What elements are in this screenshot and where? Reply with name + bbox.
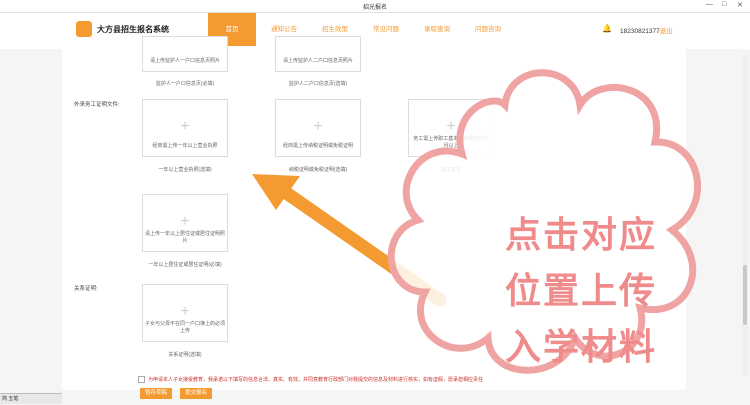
page-scrollbar[interactable]	[742, 55, 748, 375]
user-phone: 18230821377	[620, 28, 660, 35]
plus-icon: +	[180, 303, 190, 320]
upload-hint: 经商需上传一年以上营业执照	[152, 143, 218, 149]
upload-caption: 纳税证明或免税证明(选填)	[288, 167, 348, 173]
upload-relation-proof[interactable]: + 子女与父母不在同一户口簿上的必须上传	[142, 284, 228, 342]
plus-icon: +	[313, 118, 323, 135]
upload-caption: 一年以上居住证或居住证明(必填)	[148, 262, 222, 268]
user-info: 18230821377退出	[620, 25, 673, 35]
agreement-row[interactable]: 为申请本人子女接受教育，我承诺以下填写的信息合法、真实、有效，并同意教育行政部门…	[138, 376, 484, 384]
plus-icon: +	[180, 118, 190, 135]
upload-caption: 职工基本	[440, 167, 461, 173]
overlay-line-2: 位置上传	[505, 271, 658, 312]
overlay-line-3: 入学材料	[505, 327, 658, 368]
upload-caption: 关系证明(选填)	[168, 352, 202, 358]
agreement-text: 为申请本人子女接受教育，我承诺以下填写的信息合法、真实、有效，并同意教育行政部门…	[148, 377, 484, 383]
upload-residence-permit[interactable]: + 请上传一年以上居住证或居住证明照片	[142, 194, 228, 252]
plus-icon: +	[446, 118, 456, 135]
scrollbar-thumb[interactable]	[743, 265, 747, 325]
window-title: 招光报名	[362, 5, 387, 11]
submit-button[interactable]: 提交报名	[180, 388, 213, 399]
upload-tax-proof[interactable]: + 经商需上传纳税证明或免税证明	[275, 99, 361, 157]
overlay-line-1: 点击对应	[505, 215, 658, 256]
upload-hint: 请上传监护人二户口信息页照片	[282, 58, 353, 64]
agreement-checkbox[interactable]	[138, 376, 145, 384]
upload-pension-insurance[interactable]: + 务工需上传职工基本养老保险12个月以上	[408, 99, 494, 157]
site-name: 大方县招生报名系统	[97, 25, 169, 34]
worker-proof-label: 外来务工证明文件:	[74, 102, 120, 108]
upload-hint: 子女与父母不在同一户口簿上的必须上传	[145, 321, 226, 334]
minimize-icon[interactable]: —	[706, 1, 713, 8]
upload-hint: 务工需上传职工基本养老保险12个月以上	[413, 136, 489, 149]
upload-hint: 经商需上传纳税证明或免税证明	[282, 143, 353, 149]
nav-faq[interactable]: 常见问题	[362, 13, 410, 46]
close-icon[interactable]: ✕	[737, 1, 743, 9]
save-draft-button[interactable]: 暂存草稿	[140, 388, 173, 399]
upload-caption: 一年以上营业执照(选填)	[158, 167, 212, 173]
logout-link[interactable]: 退出	[660, 28, 673, 35]
ime-indicator[interactable]: 简 五笔	[0, 393, 62, 404]
upload-hint: 请上传一年以上居住证或居住证明照片	[145, 231, 226, 244]
upload-caption: 监护人一户口信息页(必填)	[155, 81, 215, 87]
site-logo	[76, 21, 92, 37]
upload-guardian2-hukou[interactable]: 请上传监护人二户口信息页照片	[275, 36, 361, 72]
relation-proof-label: 关系证明:	[74, 286, 98, 292]
upload-guardian1-hukou[interactable]: 请上传监护人一户口信息页照片	[142, 36, 228, 72]
upload-caption: 监护人二户口信息页(选填)	[288, 81, 348, 87]
upload-business-license[interactable]: + 经商需上传一年以上营业执照	[142, 99, 228, 157]
nav-consult[interactable]: 问题咨询	[464, 13, 512, 46]
upload-hint: 请上传监护人一户口信息页照片	[149, 58, 220, 64]
nav-admission-query[interactable]: 录取查询	[413, 13, 461, 46]
maximize-icon[interactable]: □	[722, 1, 726, 8]
ime-label: 简 五笔	[2, 396, 19, 402]
plus-icon: +	[180, 213, 190, 230]
bell-icon[interactable]: 🔔	[602, 24, 612, 33]
window-titlebar: 招光报名 — □ ✕	[0, 0, 750, 13]
